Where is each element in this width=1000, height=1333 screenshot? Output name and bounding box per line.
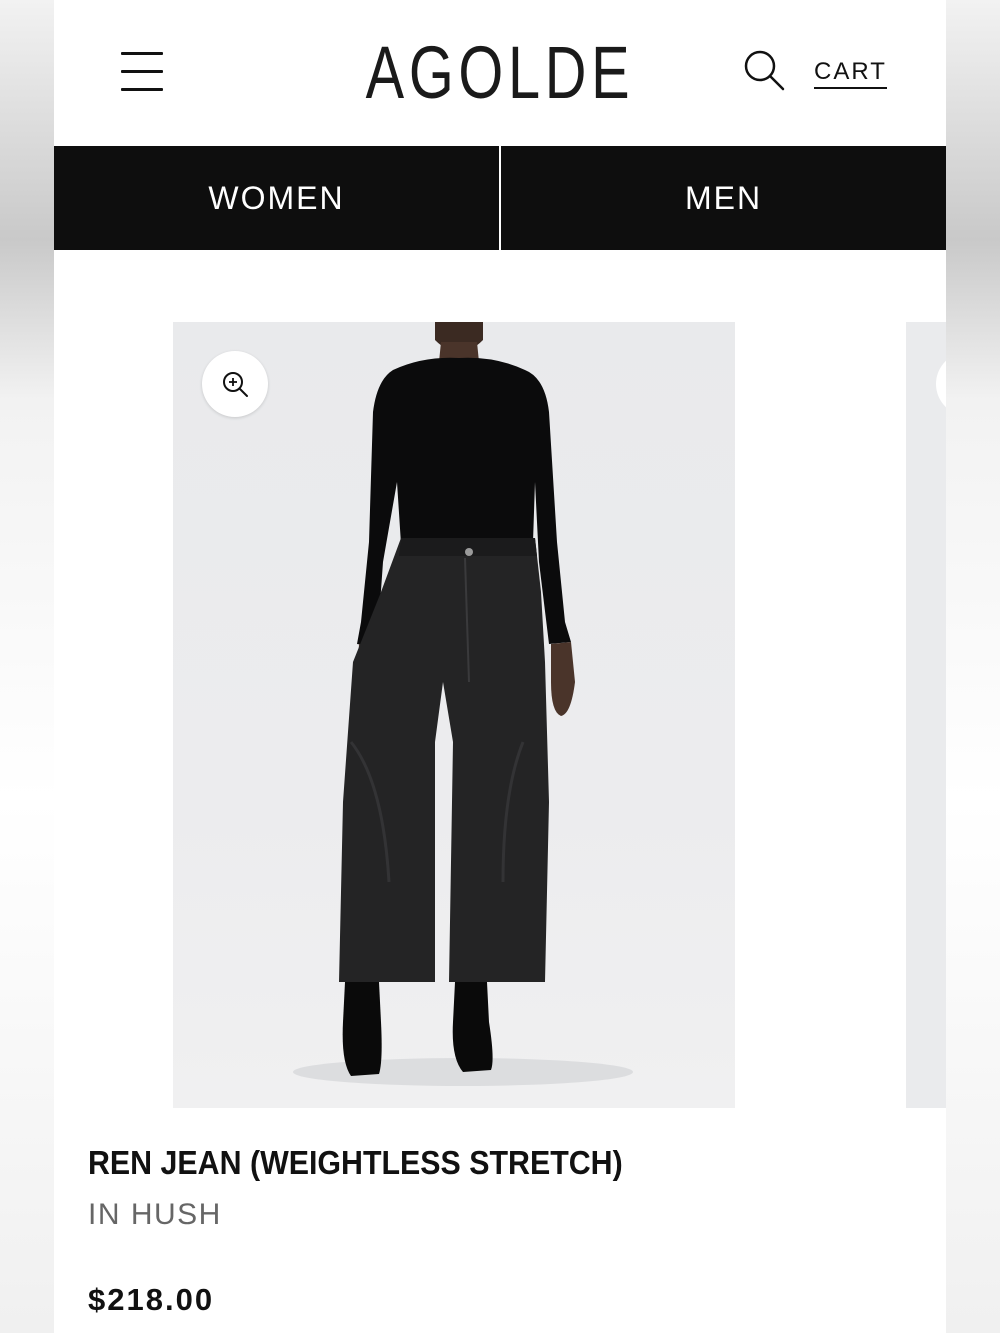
- left-edge-shade: [0, 0, 54, 1333]
- cart-link[interactable]: CART: [814, 58, 887, 89]
- search-icon[interactable]: [742, 48, 788, 94]
- tab-men[interactable]: MEN: [501, 146, 946, 250]
- gender-nav: WOMEN MEN: [54, 146, 946, 250]
- right-edge-shade: [946, 0, 1000, 1333]
- product-title[interactable]: REN JEAN (WEIGHTLESS STRETCH): [88, 1144, 623, 1182]
- product-color: IN HUSH: [88, 1198, 222, 1231]
- product-image[interactable]: [173, 322, 735, 1108]
- next-product-image-peek[interactable]: [906, 322, 946, 1108]
- tab-women[interactable]: WOMEN: [54, 146, 499, 250]
- product-price: $218.00: [88, 1282, 215, 1317]
- next-zoom-icon[interactable]: [936, 352, 946, 416]
- site-header: AGOLDE CART: [54, 0, 946, 145]
- model-figure: [293, 322, 633, 1086]
- zoom-in-icon[interactable]: [202, 351, 268, 417]
- product-page: AGOLDE CART WOMEN MEN REN JEAN (WEIGHTLE…: [54, 0, 946, 1333]
